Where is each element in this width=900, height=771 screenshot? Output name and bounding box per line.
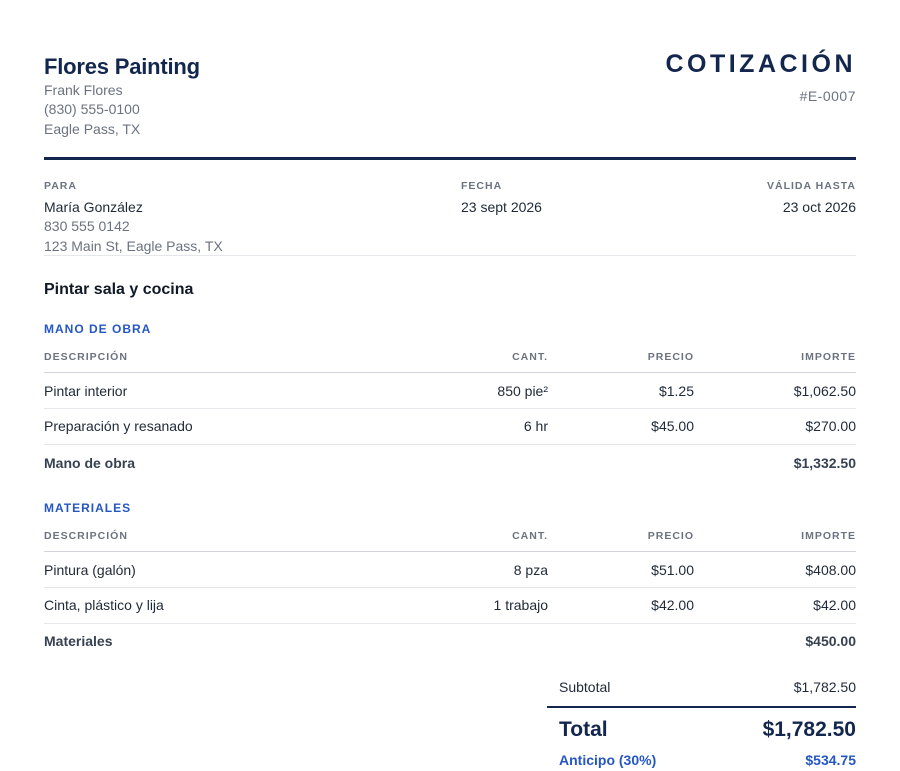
section-title-labor: MANO DE OBRA <box>44 322 152 336</box>
item-qty: 6 hr <box>523 418 548 434</box>
row-divider <box>44 587 856 588</box>
item-description: Cinta, plástico y lija <box>44 597 164 613</box>
client-name: María González <box>44 199 143 215</box>
subtotal-label: Subtotal <box>559 679 611 695</box>
company-phone: (830) 555-0100 <box>44 101 140 117</box>
item-qty: 1 trabajo <box>493 597 548 613</box>
item-description: Pintar interior <box>44 383 128 399</box>
subtotal-amount: $1,782.50 <box>793 679 856 695</box>
item-price: $51.00 <box>651 562 694 578</box>
company-location: Eagle Pass, TX <box>44 121 141 137</box>
column-amount: IMPORTE <box>801 351 856 363</box>
item-price: $45.00 <box>651 418 694 434</box>
column-price: PRECIO <box>647 530 694 542</box>
valid-until-date: 23 oct 2026 <box>782 199 856 215</box>
row-divider <box>44 623 856 624</box>
item-qty: 850 pie² <box>497 383 548 399</box>
client-label: PARA <box>44 180 77 192</box>
quote-document: Flores Painting Frank Flores (830) 555-0… <box>44 0 856 771</box>
column-price: PRECIO <box>647 351 694 363</box>
total-amount: $1,782.50 <box>762 718 856 741</box>
project-title: Pintar sala y cocina <box>44 281 194 298</box>
column-qty: CANT. <box>512 351 548 363</box>
quote-date: 23 sept 2026 <box>461 199 542 215</box>
section-subtotal-label: Materiales <box>44 633 113 649</box>
item-price: $1.25 <box>658 383 694 399</box>
column-description: DESCRIPCIÓN <box>44 351 128 363</box>
company-name: Flores Painting <box>44 54 200 79</box>
section-title-materials: MATERIALES <box>44 501 132 515</box>
document-title: COTIZACIÓN <box>665 50 856 78</box>
section-subtotal-amount: $450.00 <box>805 633 856 649</box>
document-number: #E-0007 <box>799 88 856 104</box>
column-description: DESCRIPCIÓN <box>44 530 128 542</box>
item-price: $42.00 <box>651 597 694 613</box>
valid-until-label: VÁLIDA HASTA <box>767 180 856 192</box>
header-divider <box>44 157 856 160</box>
client-phone: 830 555 0142 <box>44 218 130 234</box>
total-label: Total <box>559 718 608 741</box>
total-divider <box>547 706 856 708</box>
company-owner: Frank Flores <box>44 82 123 98</box>
deposit-label: Anticipo (30%) <box>559 752 657 768</box>
row-divider <box>44 408 856 409</box>
table-header-divider <box>44 551 856 552</box>
section-subtotal-label: Mano de obra <box>44 455 136 471</box>
item-amount: $42.00 <box>813 597 856 613</box>
item-description: Pintura (galón) <box>44 562 136 578</box>
table-header-divider <box>44 372 856 373</box>
section-subtotal-amount: $1,332.50 <box>793 455 856 471</box>
column-amount: IMPORTE <box>801 530 856 542</box>
row-divider <box>44 444 856 445</box>
deposit-amount: $534.75 <box>805 752 856 768</box>
column-qty: CANT. <box>512 530 548 542</box>
date-label: FECHA <box>461 180 503 192</box>
client-address: 123 Main St, Eagle Pass, TX <box>44 238 223 254</box>
item-amount: $408.00 <box>805 562 856 578</box>
item-qty: 8 pza <box>513 562 548 578</box>
item-amount: $1,062.50 <box>793 383 856 399</box>
item-amount: $270.00 <box>805 418 856 434</box>
item-description: Preparación y resanado <box>44 418 193 434</box>
info-divider <box>44 255 856 256</box>
